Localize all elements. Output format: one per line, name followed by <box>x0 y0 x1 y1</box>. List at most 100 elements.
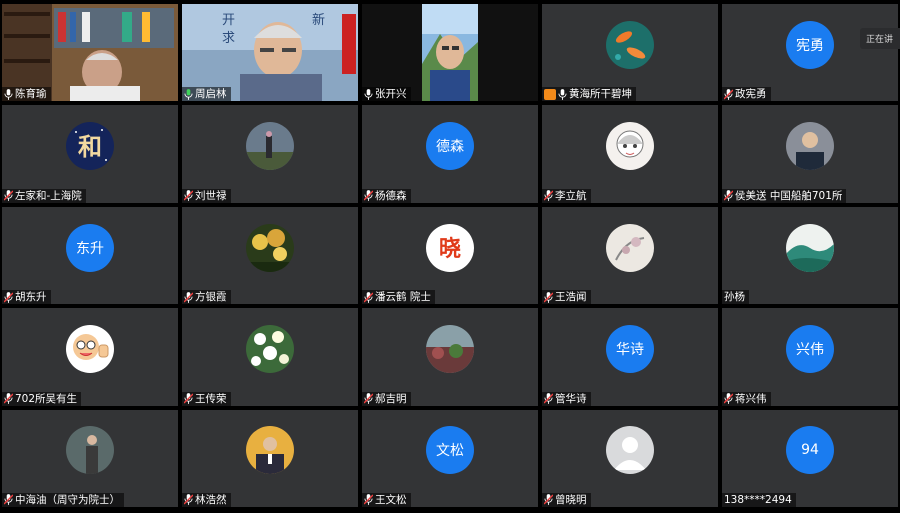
participant-label: 中海油（周守为院士） <box>2 492 124 507</box>
anime-girl-icon <box>606 122 654 171</box>
participant-tile[interactable]: 兴伟 蒋兴伟 <box>722 308 898 406</box>
mic-muted-icon <box>363 393 374 404</box>
participant-tile[interactable]: 张开兴 <box>362 4 538 102</box>
cartoon-thumbs-up-icon <box>66 325 114 374</box>
mic-muted-icon <box>3 494 14 506</box>
participant-label: 胡东升 <box>2 290 51 305</box>
mic-muted-icon <box>3 291 14 303</box>
participant-tile[interactable]: 702所吴有生 <box>2 308 178 406</box>
flower-tree-icon <box>246 223 294 272</box>
participant-label: 曾晓明 <box>542 492 591 507</box>
he-character-icon: 和 <box>66 122 114 171</box>
participant-tile[interactable]: 文松王文松 <box>362 409 538 507</box>
mic-muted-icon <box>543 190 554 202</box>
participant-name: 郝吉明 <box>375 392 407 405</box>
participant-name: 胡东升 <box>15 291 47 304</box>
garden-photo-icon <box>426 325 474 374</box>
participant-label: 政宪勇 <box>722 87 771 102</box>
participant-tile[interactable]: 中海油（周守为院士） <box>2 409 178 507</box>
mic-muted-icon <box>723 190 734 202</box>
participant-label: 潘云鹤 院士 <box>362 290 435 305</box>
photo-icon <box>246 122 294 171</box>
participant-label: 陈育瑜 <box>2 87 51 102</box>
mic-active-icon <box>184 88 193 100</box>
svg-text:求: 求 <box>222 31 235 46</box>
avatar-initials: 德森 <box>426 122 474 171</box>
participant-name: 潘云鹤 院士 <box>375 291 431 304</box>
mic-icon <box>4 88 13 100</box>
mic-muted-icon <box>183 393 194 404</box>
participant-label: 林浩然 <box>182 492 231 507</box>
landscape-painting-icon <box>786 223 834 272</box>
participant-tile[interactable]: 林浩然 <box>182 409 358 507</box>
participant-tile[interactable]: 晓潘云鹤 院士 <box>362 206 538 305</box>
participant-tile[interactable]: 侯美送 中国船舶701所 <box>722 105 898 203</box>
participant-label: 孙杨 <box>722 290 749 305</box>
mic-muted-icon <box>183 494 194 506</box>
participant-tile[interactable]: 王浩闻 <box>542 206 718 305</box>
participant-name: 中海油（周守为院士） <box>15 493 120 506</box>
mic-muted-icon <box>363 494 374 506</box>
participant-tile[interactable]: 陈育瑜 <box>2 4 178 102</box>
participant-name: 孙杨 <box>724 291 745 304</box>
participant-label: 王浩闻 <box>542 290 591 305</box>
participant-name: 政宪勇 <box>735 88 767 101</box>
avatar-initials: 华诗 <box>606 325 654 374</box>
participant-name: 林浩然 <box>195 493 227 506</box>
svg-text:新: 新 <box>312 12 325 28</box>
participant-name: 方银霞 <box>195 291 227 304</box>
mic-muted-icon <box>723 393 734 404</box>
ink-painting-icon <box>606 223 654 272</box>
participant-name: 黄海所干碧坤 <box>569 88 632 101</box>
flowers-icon <box>246 325 294 374</box>
participant-label: 管华诗 <box>542 391 591 406</box>
participant-name: 王传荣 <box>195 392 227 405</box>
participant-name: 138****2494 <box>724 493 792 506</box>
participant-label: 侯美送 中国船舶701所 <box>722 188 847 203</box>
participant-tile[interactable]: 刘世禄 <box>182 105 358 203</box>
participant-name: 李立航 <box>555 189 587 202</box>
mic-muted-icon <box>543 494 554 506</box>
xiao-character-icon: 晓 <box>426 223 474 272</box>
participant-name: 刘世禄 <box>195 189 227 202</box>
participant-tile[interactable]: 华诗管华诗 <box>542 308 718 406</box>
avatar-initials: 94 <box>786 426 834 475</box>
participant-label: 王文松 <box>362 492 411 507</box>
host-badge-icon <box>544 88 556 100</box>
mic-muted-icon <box>543 393 554 404</box>
participant-tile[interactable]: 德森杨德森 <box>362 105 538 203</box>
participant-tile[interactable]: 开求 新周启林 <box>182 4 358 102</box>
participant-name: 管华诗 <box>555 392 587 405</box>
participant-name: 陈育瑜 <box>15 88 47 101</box>
participant-tile[interactable]: 郝吉明 <box>362 308 538 406</box>
participant-tile[interactable]: 李立航 <box>542 105 718 203</box>
participant-name: 王文松 <box>375 493 407 506</box>
participant-name: 702所吴有生 <box>15 392 78 405</box>
participant-tile[interactable]: 94 138****2494 <box>722 409 898 507</box>
mic-muted-icon <box>363 291 374 303</box>
participant-label: 左家和-上海院 <box>2 188 86 203</box>
participant-label: 李立航 <box>542 188 591 203</box>
participant-tile[interactable]: 黄海所干碧坤 <box>542 4 718 102</box>
avatar-initials: 文松 <box>426 426 474 475</box>
participant-tile[interactable]: 宪勇政宪勇 <box>722 4 898 102</box>
avatar-initials: 兴伟 <box>786 325 834 374</box>
participant-tile[interactable]: 方银霞 <box>182 206 358 305</box>
avatar-initials: 东升 <box>66 223 114 272</box>
man-suit-icon <box>246 426 294 475</box>
svg-text:晓: 晓 <box>439 237 461 262</box>
man-standing-icon <box>66 426 114 475</box>
participant-name: 杨德森 <box>375 189 407 202</box>
participant-tile[interactable]: 东升胡东升 <box>2 206 178 305</box>
participant-label: 张开兴 <box>362 87 411 102</box>
man-portrait-icon <box>786 122 834 171</box>
participant-tile[interactable]: 曾晓明 <box>542 409 718 507</box>
participant-tile[interactable]: 孙杨 <box>722 206 898 305</box>
mic-muted-icon <box>183 291 194 303</box>
participant-tile[interactable]: 和左家和-上海院 <box>2 105 178 203</box>
speaking-indicator: 正在讲 <box>860 28 900 49</box>
participant-name: 曾晓明 <box>555 493 587 506</box>
participant-label: 杨德森 <box>362 188 411 203</box>
participant-tile[interactable]: 王传荣 <box>182 308 358 406</box>
avatar-initials: 宪勇 <box>786 20 834 69</box>
